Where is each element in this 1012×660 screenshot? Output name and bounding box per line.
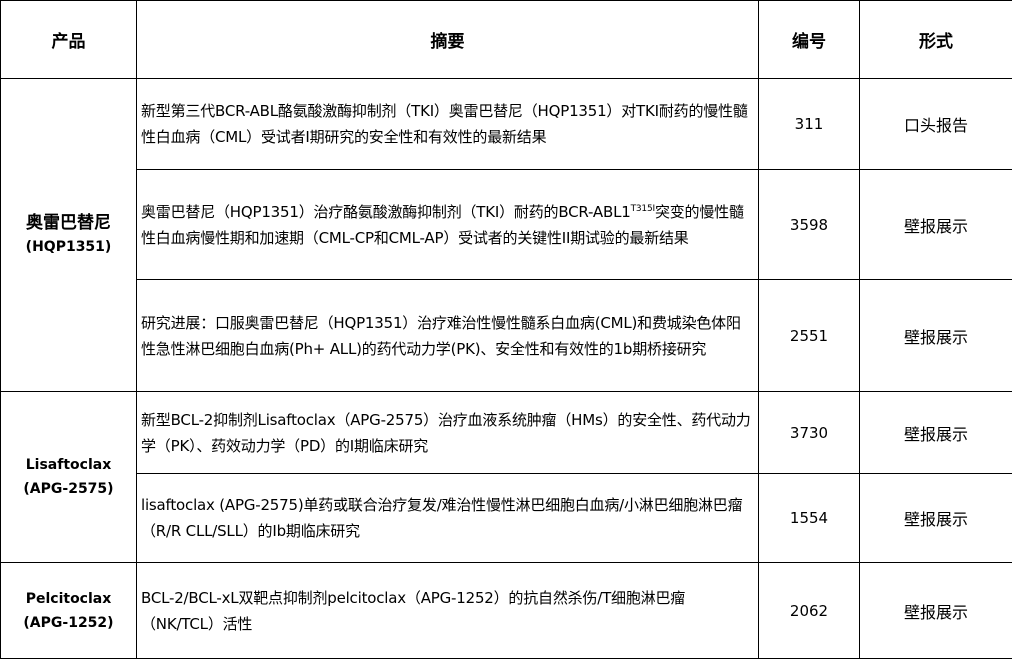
number-cell: 1554 <box>758 473 860 563</box>
number-cell: 2551 <box>758 279 860 392</box>
header-product: 产品 <box>0 0 137 79</box>
table-row: 奥雷巴替尼（HQP1351）治疗酪氨酸激酶抑制剂（TKI）耐药的BCR-ABL1… <box>1 169 1012 280</box>
summary-cell: BCL-2/BCL-xL双靶点抑制剂pelcitoclax（APG-1252）的… <box>136 562 759 659</box>
format-cell: 壁报展示 <box>859 169 1012 280</box>
product-cell: Pelcitoclax (APG-1252) <box>0 562 137 659</box>
table-row: lisaftoclax (APG-2575)单药或联合治疗复发/难治性慢性淋巴细… <box>1 473 1012 563</box>
header-summary: 摘要 <box>136 0 759 79</box>
product-code: (HQP1351) <box>25 239 112 255</box>
mutation-superscript: T315I <box>630 203 656 214</box>
table-row: Lisaftoclax (APG-2575) 新型BCL-2抑制剂Lisafto… <box>0 391 1012 563</box>
format-cell: 口头报告 <box>859 78 1012 170</box>
header-format: 形式 <box>859 0 1012 79</box>
summary-text: 奥雷巴替尼（HQP1351）治疗酪氨酸激酶抑制剂（TKI）耐药的BCR-ABL1 <box>141 202 631 221</box>
summary-cell: lisaftoclax (APG-2575)单药或联合治疗复发/难治性慢性淋巴细… <box>136 473 759 563</box>
table-row: 奥雷巴替尼 (HQP1351) 新型第三代BCR-ABL酪氨酸激酶抑制剂（TKI… <box>0 78 1012 392</box>
product-cell: Lisaftoclax (APG-2575) <box>0 391 137 563</box>
product-cell: 奥雷巴替尼 (HQP1351) <box>0 78 137 392</box>
format-cell: 壁报展示 <box>859 473 1012 563</box>
header-number: 编号 <box>758 0 860 79</box>
summary-cell: 奥雷巴替尼（HQP1351）治疗酪氨酸激酶抑制剂（TKI）耐药的BCR-ABL1… <box>136 169 759 280</box>
number-cell: 311 <box>758 78 860 170</box>
abstract-table: 产品 摘要 编号 形式 奥雷巴替尼 (HQP1351) 新型第三代BCR-ABL… <box>0 0 1012 659</box>
number-cell: 3598 <box>758 169 860 280</box>
summary-cell: 新型第三代BCR-ABL酪氨酸激酶抑制剂（TKI）奥雷巴替尼（HQP1351）对… <box>136 78 759 170</box>
format-cell: 壁报展示 <box>859 562 1012 659</box>
header-row: 产品 摘要 编号 形式 <box>0 0 1012 79</box>
table-row: Pelcitoclax (APG-1252) BCL-2/BCL-xL双靶点抑制… <box>0 562 1012 659</box>
product-name: Lisaftoclax <box>25 457 112 473</box>
format-cell: 壁报展示 <box>859 279 1012 392</box>
product-code: (APG-1252) <box>23 614 114 631</box>
summary-cell: 新型BCL-2抑制剂Lisaftoclax（APG-2575）治疗血液系统肿瘤（… <box>136 391 759 474</box>
format-cell: 壁报展示 <box>859 391 1012 474</box>
product-code: (APG-2575) <box>23 481 114 497</box>
summary-cell: 研究进展：口服奥雷巴替尼（HQP1351）治疗难治性慢性髓系白血病(CML)和费… <box>136 279 759 392</box>
product-name: 奥雷巴替尼 <box>26 213 111 233</box>
number-cell: 3730 <box>758 391 860 474</box>
table-row: 研究进展：口服奥雷巴替尼（HQP1351）治疗难治性慢性髓系白血病(CML)和费… <box>1 279 1012 392</box>
number-cell: 2062 <box>758 562 860 659</box>
product-name: Pelcitoclax <box>25 590 112 607</box>
